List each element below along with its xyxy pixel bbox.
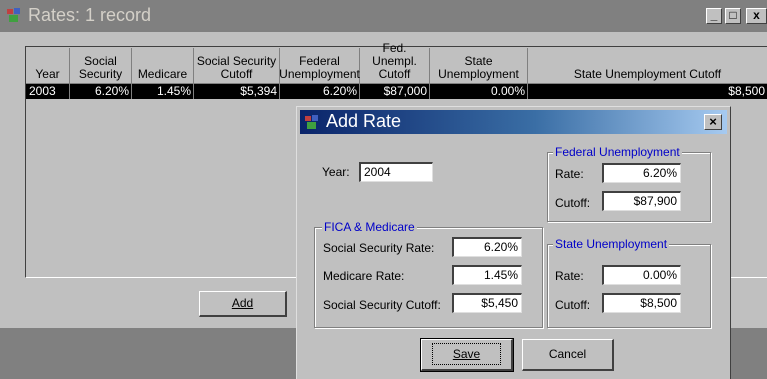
cell-ss-cutoff[interactable]: $5,394 bbox=[194, 84, 280, 99]
close-button[interactable]: x bbox=[746, 8, 767, 24]
federal-group-legend: Federal Unemployment bbox=[553, 145, 682, 159]
column-header-ss-cutoff[interactable]: Social Security Cutoff bbox=[194, 48, 280, 84]
ss-cutoff-field[interactable]: $5,450 bbox=[452, 293, 522, 313]
medicare-rate-field[interactable]: 1.45% bbox=[452, 265, 522, 285]
cell-medicare[interactable]: 1.45% bbox=[132, 84, 194, 99]
cancel-button[interactable]: Cancel bbox=[522, 339, 614, 371]
add-button[interactable]: Add bbox=[199, 291, 287, 317]
save-button-label: Save bbox=[452, 347, 481, 361]
fica-group-legend: FICA & Medicare bbox=[322, 220, 417, 234]
cell-social-security[interactable]: 6.20% bbox=[70, 84, 132, 99]
cell-fed-unempl-cutoff[interactable]: $87,000 bbox=[360, 84, 430, 99]
column-header-medicare[interactable]: Medicare bbox=[132, 48, 194, 84]
grid-header: Year Social Security Medicare Social Sec… bbox=[26, 42, 767, 84]
cell-state-unemployment[interactable]: 0.00% bbox=[430, 84, 528, 99]
year-field[interactable]: 2004 bbox=[359, 162, 433, 182]
state-cutoff-field[interactable]: $8,500 bbox=[602, 293, 681, 313]
year-label: Year: bbox=[322, 165, 350, 179]
state-rate-label: Rate: bbox=[555, 269, 584, 283]
dialog-close-button[interactable]: × bbox=[704, 114, 722, 130]
column-header-year[interactable]: Year bbox=[26, 48, 70, 84]
cell-state-unempl-cutoff[interactable]: $8,500 bbox=[528, 84, 767, 99]
ss-rate-label: Social Security Rate: bbox=[323, 241, 435, 255]
ss-cutoff-label: Social Security Cutoff: bbox=[323, 298, 441, 312]
cell-year[interactable]: 2003 bbox=[26, 84, 70, 99]
column-header-social-security[interactable]: Social Security bbox=[70, 48, 132, 84]
column-header-fed-unempl-cutoff[interactable]: Fed. Unempl. Cutoff bbox=[360, 42, 430, 84]
table-row[interactable]: 2003 6.20% 1.45% $5,394 6.20% $87,000 0.… bbox=[26, 84, 767, 99]
federal-cutoff-field[interactable]: $87,900 bbox=[602, 191, 681, 211]
add-button-label: Add bbox=[231, 296, 254, 310]
dialog-title: Add Rate bbox=[326, 111, 402, 131]
state-group-legend: State Unemployment bbox=[553, 237, 670, 251]
medicare-rate-label: Medicare Rate: bbox=[323, 269, 405, 283]
state-unemployment-group bbox=[547, 244, 711, 328]
main-window-title: Rates: 1 record bbox=[28, 5, 152, 25]
main-title-bar[interactable]: Rates: 1 record _ □ x bbox=[0, 0, 767, 32]
column-header-federal-unemployment[interactable]: Federal Unemployment bbox=[279, 48, 360, 84]
cell-federal-unemployment[interactable]: 6.20% bbox=[280, 84, 360, 99]
column-header-state-unempl-cutoff[interactable]: State Unemployment Cutoff bbox=[528, 48, 767, 84]
ss-rate-field[interactable]: 6.20% bbox=[452, 237, 522, 257]
app-icon bbox=[7, 8, 20, 22]
state-rate-field[interactable]: 0.00% bbox=[602, 265, 681, 285]
save-button[interactable]: Save bbox=[420, 338, 514, 372]
dialog-app-icon bbox=[305, 115, 318, 129]
federal-rate-field[interactable]: 6.20% bbox=[602, 163, 681, 183]
add-rate-dialog: Add Rate × Year: 2004 FICA & Medicare So… bbox=[296, 106, 731, 379]
federal-cutoff-label: Cutoff: bbox=[555, 196, 591, 210]
dialog-title-bar[interactable]: Add Rate × bbox=[300, 110, 727, 134]
state-cutoff-label: Cutoff: bbox=[555, 298, 591, 312]
column-header-state-unemployment[interactable]: State Unemployment bbox=[430, 48, 528, 84]
federal-rate-label: Rate: bbox=[555, 167, 584, 181]
minimize-button[interactable]: _ bbox=[706, 8, 722, 24]
maximize-button[interactable]: □ bbox=[725, 8, 741, 24]
